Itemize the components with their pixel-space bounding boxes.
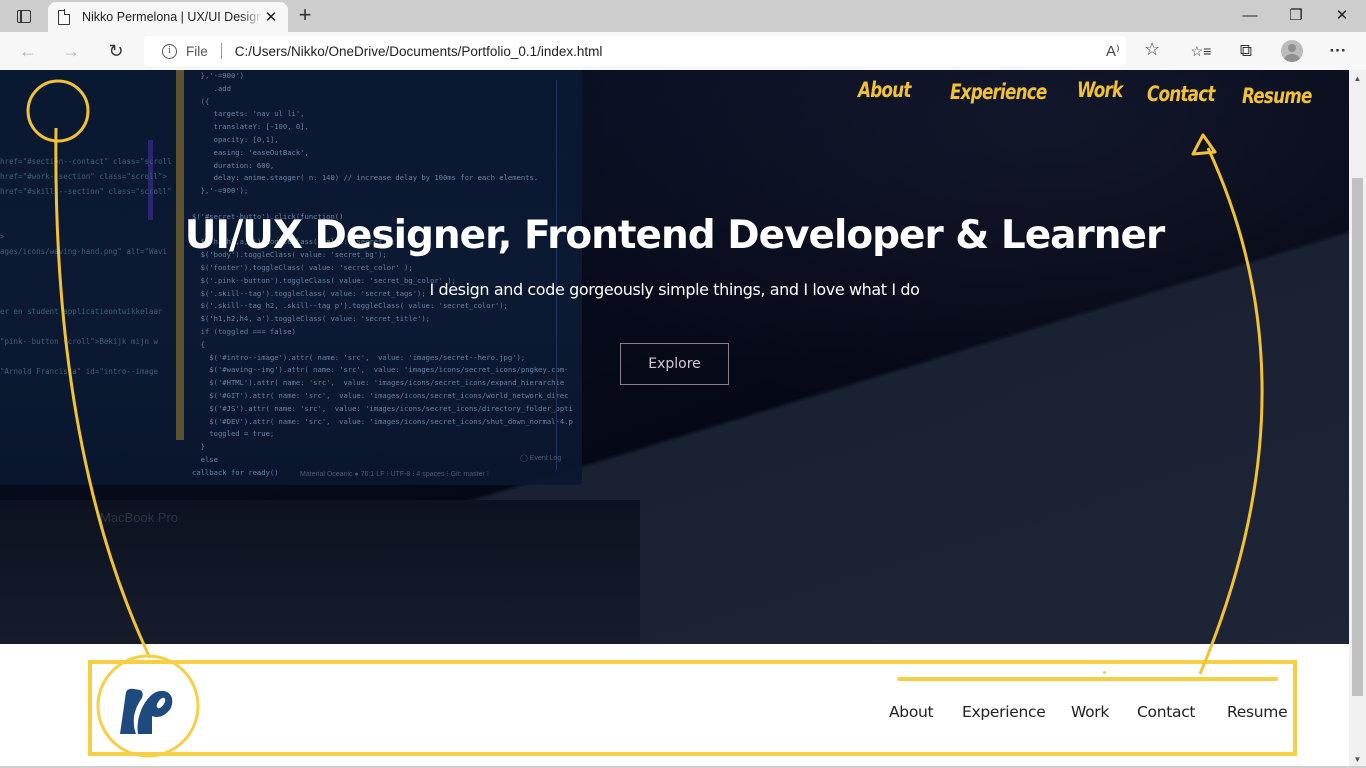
address-separator xyxy=(220,43,222,59)
code-line: $('h1,h2,h4, a').toggleClass( value: 'se… xyxy=(192,314,430,324)
code-main-pane: },'-=900') .add ({ targets: 'nav ul li',… xyxy=(192,70,573,480)
code-line: $('#waving--img').attr( name: 'src', val… xyxy=(192,365,569,375)
nav-accent-dot xyxy=(1103,671,1106,674)
code-line: href="#skills--section" class="scroll" xyxy=(0,187,172,196)
new-tab-button[interactable]: + xyxy=(294,4,316,26)
favorites-icon[interactable]: ☆≡ xyxy=(1189,39,1213,63)
tab-bar: Nikko Permelona | UX/UI Designer ✕ + — ❐… xyxy=(0,0,1366,32)
code-line: },'-=900'); xyxy=(192,186,249,196)
nav-about[interactable]: About xyxy=(889,703,934,721)
code-line: translateY: [-100, 0], xyxy=(192,122,309,132)
nav-contact[interactable]: Contact xyxy=(1137,703,1196,721)
more-icon[interactable]: ··· xyxy=(1326,39,1350,63)
handwritten-nav-about[interactable]: About xyxy=(858,78,911,102)
code-line: $('#HTML').attr( name: 'src', value: 'im… xyxy=(192,378,565,388)
nav-work[interactable]: Work xyxy=(1071,703,1109,721)
code-line: $('.skill--tag h2, .skill--tag p').toggl… xyxy=(192,301,508,311)
code-line: $('#GIT').attr( name: 'src', value: 'ima… xyxy=(192,390,569,400)
code-line: "pink--button scroll">Bekijk mijn w xyxy=(0,337,159,346)
code-line: er en student applicatieontwikkelaar xyxy=(0,307,163,316)
code-line: $('#intro--image').attr( name: 'src', va… xyxy=(192,352,526,362)
code-line: else xyxy=(192,454,218,464)
handwritten-nav-resume[interactable]: Resume xyxy=(1242,84,1312,108)
nav-experience[interactable]: Experience xyxy=(962,703,1046,721)
address-bar[interactable]: i File C:/Users/Nikko/OneDrive/Documents… xyxy=(144,36,1160,66)
code-left-pane: href="#section--contact" class="scroll hr… xyxy=(0,154,172,379)
laptop-base-image xyxy=(0,500,640,644)
code-line: } xyxy=(192,442,205,452)
handwritten-nav-contact[interactable]: Contact xyxy=(1147,82,1215,106)
url-text[interactable]: C:/Users/Nikko/OneDrive/Documents/Portfo… xyxy=(235,44,603,59)
handwritten-nav-work[interactable]: Work xyxy=(1077,78,1123,102)
handwritten-nav-experience[interactable]: Experience xyxy=(950,80,1047,104)
active-tab[interactable]: Nikko Permelona | UX/UI Designer ✕ xyxy=(48,2,288,32)
collections-icon[interactable]: ⧉ xyxy=(1234,39,1258,63)
code-line: href="#section--contact" class="scroll xyxy=(0,157,172,166)
minimize-button[interactable]: — xyxy=(1238,5,1262,27)
code-line: .add xyxy=(192,83,231,93)
tab-title: Nikko Permelona | UX/UI Designer xyxy=(82,10,262,24)
refresh-button[interactable]: ↻ xyxy=(104,40,128,62)
nav-resume[interactable]: Resume xyxy=(1227,703,1288,721)
code-line: ({ xyxy=(192,96,210,106)
restore-button[interactable]: ❐ xyxy=(1284,5,1308,27)
tab-actions-icon xyxy=(17,9,31,23)
read-aloud-icon[interactable]: A⁾ xyxy=(1106,42,1120,60)
browser-toolbar: ← → ↻ i File C:/Users/Nikko/OneDrive/Doc… xyxy=(0,32,1366,70)
code-line: if (toggled === false) xyxy=(192,326,296,336)
page-icon xyxy=(58,9,71,25)
nav-accent-line xyxy=(897,677,1278,681)
editor-minimap xyxy=(556,80,566,470)
code-line: toggled = true; xyxy=(192,429,275,439)
tab-actions-button[interactable] xyxy=(14,6,34,26)
code-line: href="#work--section" class="scroll"> xyxy=(0,172,168,181)
hero-title: UI/UX Designer, Frontend Developer & Lea… xyxy=(184,213,1165,258)
code-line: opacity: [0,1], xyxy=(192,134,279,144)
code-line: delay: anime.stagger( n: 140) // increas… xyxy=(192,173,539,183)
forward-button[interactable]: → xyxy=(59,40,83,62)
code-line: $('#DEV').attr( name: 'src', value: 'ima… xyxy=(192,416,573,426)
code-editor-background: href="#section--contact" class="scroll hr… xyxy=(0,70,582,485)
add-favorite-icon[interactable]: ☆ xyxy=(1144,39,1160,60)
header-band-outline xyxy=(88,660,1297,756)
close-window-button[interactable]: ✕ xyxy=(1330,5,1354,27)
page-scrollbar[interactable]: ▲ ▼ xyxy=(1349,70,1366,768)
event-log-label: ◯ Event Log xyxy=(520,455,562,462)
np-logo[interactable] xyxy=(116,686,176,736)
code-line: { xyxy=(192,339,205,349)
editor-status-bar: Material Oceanic ● 76:1 LF ⁝ UTF-8 ⁝ 4 s… xyxy=(300,471,489,478)
profile-avatar[interactable] xyxy=(1281,40,1303,62)
laptop-label: MacBook Pro xyxy=(100,510,179,525)
code-line: $('#JS').attr( name: 'src', value: 'imag… xyxy=(192,403,573,413)
page-viewport: MacBook Pro href="#section--contact" cla… xyxy=(0,70,1349,768)
scroll-thumb[interactable] xyxy=(1352,178,1363,696)
code-line: easing: 'easeOutBack', xyxy=(192,147,309,157)
back-button[interactable]: ← xyxy=(16,40,40,62)
code-line: "Arnold Francisca" id="intro--image xyxy=(0,367,159,376)
hero-subtitle: I design and code gorgeously simple thin… xyxy=(429,280,920,299)
code-line: $('footer').toggleClass( value: 'secret_… xyxy=(192,262,413,272)
hero-section: MacBook Pro href="#section--contact" cla… xyxy=(0,70,1349,644)
code-line: targets: 'nav ul li', xyxy=(192,109,305,119)
info-icon[interactable]: i xyxy=(162,43,177,59)
code-line: duration: 600, xyxy=(192,160,275,170)
code-line: },'-=900') xyxy=(192,71,244,80)
scroll-up-arrow-icon[interactable]: ▲ xyxy=(1349,70,1366,87)
url-scheme: File xyxy=(186,43,208,59)
explore-button[interactable]: Explore xyxy=(620,343,729,385)
close-tab-icon[interactable]: ✕ xyxy=(262,8,280,26)
